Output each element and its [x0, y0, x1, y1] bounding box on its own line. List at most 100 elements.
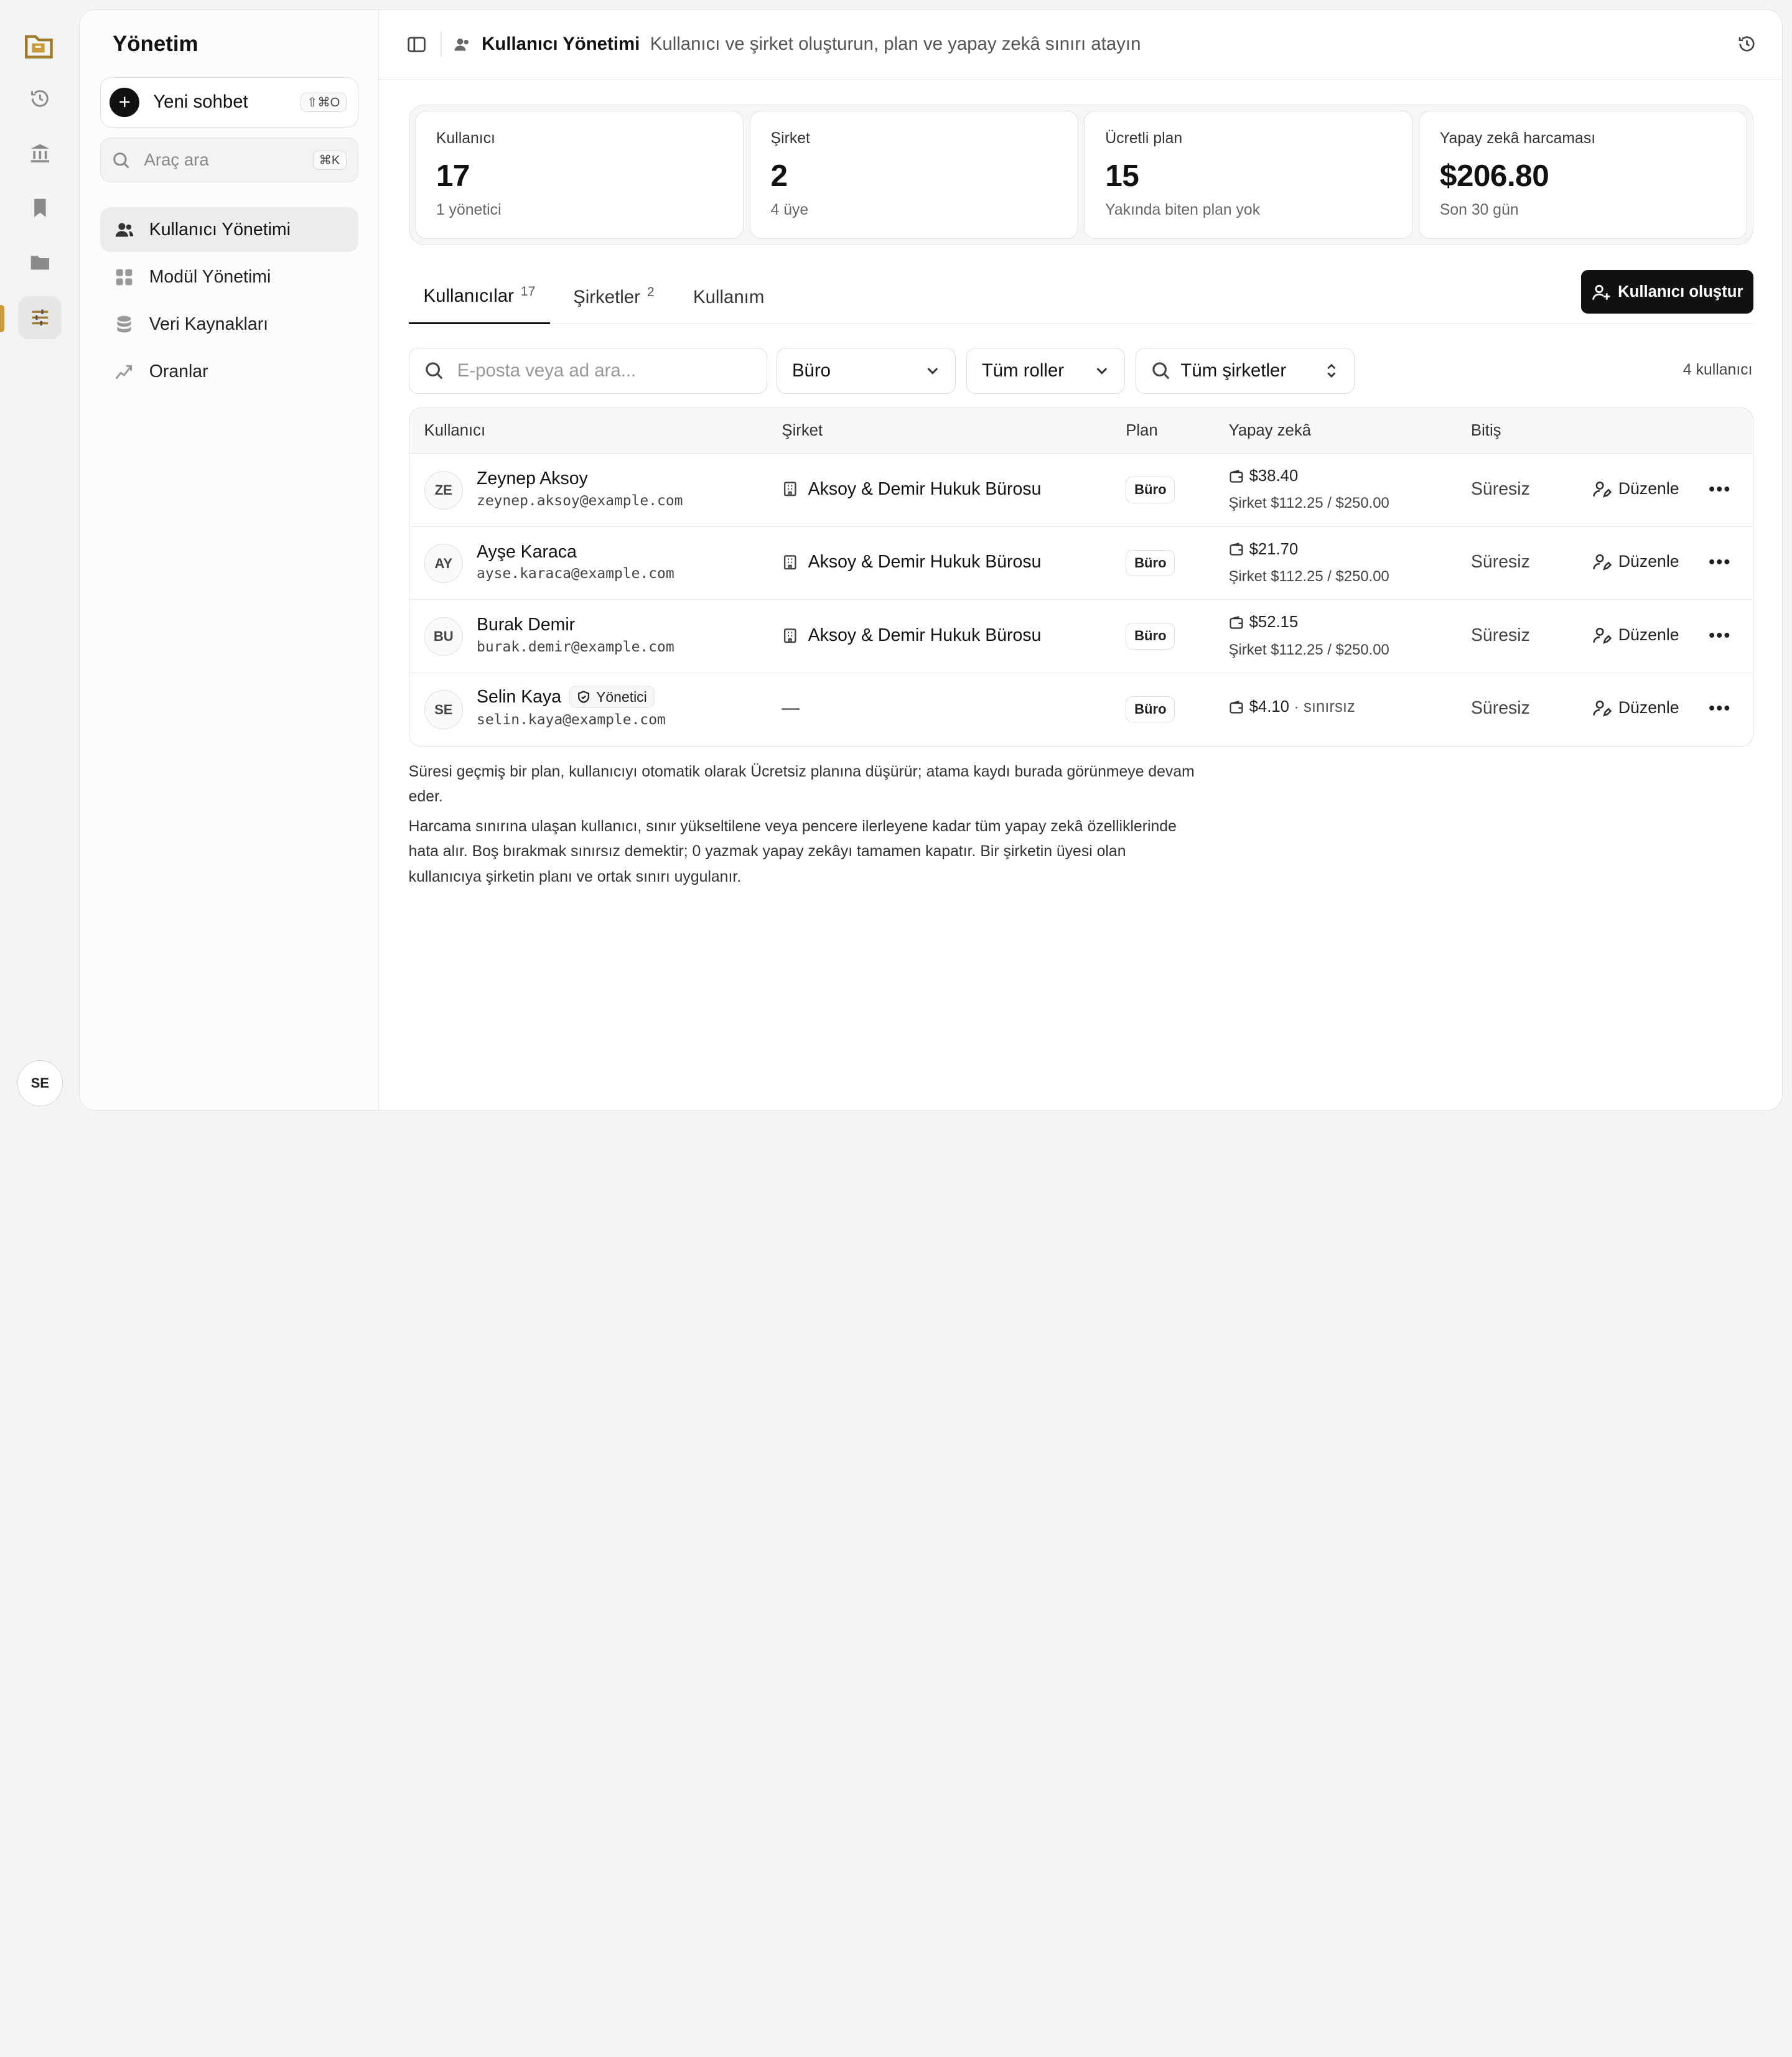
user-name-text: Selin Kaya	[477, 686, 562, 707]
sidebar-item-label: Kullanıcı Yönetimi	[149, 219, 291, 240]
expiry: Süresiz	[1470, 478, 1530, 499]
expiry: Süresiz	[1470, 625, 1530, 645]
ai-spend-value: $4.10	[1249, 698, 1289, 716]
wallet-icon	[1230, 701, 1243, 714]
stat-card-users: Kullanıcı 17 1 yönetici	[414, 111, 744, 239]
history-icon[interactable]	[1737, 34, 1757, 54]
avatar: ZE	[424, 470, 463, 510]
role-label: Yönetici	[596, 688, 647, 705]
user-name: Burak Demir	[477, 615, 575, 635]
ai-company-limit: Şirket $112.25 / $250.00	[1228, 641, 1389, 658]
chevron-updown-icon	[1327, 363, 1336, 378]
roles-select[interactable]: Tüm roller	[966, 348, 1126, 394]
stat-value: 15	[1105, 158, 1139, 194]
user-name-text: Zeynep Aksoy	[477, 469, 588, 489]
user-email: zeynep.aksoy@example.com	[477, 492, 683, 509]
search-input[interactable]: E-posta veya ad ara...	[408, 348, 768, 394]
ai-spend: $21.70	[1229, 541, 1298, 559]
tab-usage[interactable]: Kullanım	[678, 270, 779, 324]
search-icon	[1152, 362, 1170, 380]
wallet-icon	[1230, 543, 1243, 556]
column-header: Plan	[1126, 421, 1158, 439]
tab-label: Kullanıcılar	[423, 286, 514, 307]
user-name-text: Burak Demir	[477, 615, 576, 635]
app-rail: SE	[0, 0, 79, 1120]
stat-label: Yapay zekâ harcaması	[1439, 129, 1596, 147]
tab-bar: Kullanıcılar 17 Şirketler 2 Kullanım	[408, 270, 1754, 324]
table-row[interactable]: ZE Zeynep Aksoy zeynep.aksoy@example.com…	[409, 454, 1753, 527]
edit-button[interactable]: Düzenle	[1592, 698, 1679, 717]
tab-companies[interactable]: Şirketler 2	[558, 270, 669, 324]
bookmark-icon[interactable]	[18, 186, 62, 230]
sidebar-item-label: Modül Yönetimi	[149, 266, 271, 287]
more-options-icon[interactable]: •••	[1709, 625, 1731, 646]
sidebar-item-rates[interactable]: Oranlar	[100, 350, 358, 394]
database-icon	[117, 315, 131, 333]
edit-label: Düzenle	[1618, 552, 1679, 571]
sidebar-item-data-sources[interactable]: Veri Kaynakları	[100, 302, 358, 347]
new-chat-shortcut: ⇧⌘O	[301, 93, 347, 112]
avatar: SE	[424, 690, 463, 729]
create-user-button[interactable]: Kullanıcı oluştur	[1581, 270, 1754, 314]
tab-count: 17	[520, 284, 536, 299]
sliders-icon[interactable]	[18, 296, 62, 340]
stat-card-ai-spend: Yapay zekâ harcaması $206.80 Son 30 gün	[1418, 111, 1748, 239]
shield-icon	[577, 691, 589, 704]
edit-button[interactable]: Düzenle	[1592, 479, 1679, 498]
edit-button[interactable]: Düzenle	[1592, 625, 1679, 645]
stat-label: Ücretli plan	[1105, 129, 1183, 147]
top-bar: Kullanıcı Yönetimi Kullanıcı ve şirket o…	[378, 10, 1783, 80]
folder-icon[interactable]	[18, 241, 62, 285]
table-row[interactable]: BU Burak Demir burak.demir@example.com A…	[409, 600, 1753, 673]
plan-select[interactable]: Büro	[777, 348, 956, 394]
sidebar-item-user-management[interactable]: Kullanıcı Yönetimi	[100, 207, 358, 253]
plan-badge: Büro	[1126, 477, 1175, 503]
edit-button[interactable]: Düzenle	[1592, 552, 1679, 571]
user-name: Ayşe Karaca	[477, 542, 577, 562]
tool-search-shortcut: ⌘K	[312, 150, 347, 170]
sidebar-toggle-icon[interactable]	[406, 34, 427, 55]
plan-badge: Büro	[1126, 696, 1175, 723]
ai-spend-value: $52.15	[1249, 613, 1299, 632]
table-row[interactable]: SE Selin Kaya Yönetici selin.kaya@exampl…	[409, 673, 1753, 747]
user-edit-icon	[1592, 481, 1612, 498]
institution-icon[interactable]	[18, 131, 62, 175]
user-name-text: Ayşe Karaca	[477, 541, 577, 562]
logo-icon[interactable]	[21, 27, 57, 64]
tab-users[interactable]: Kullanıcılar 17	[408, 270, 551, 324]
ai-limit-note: · sınırsız	[1294, 698, 1355, 716]
stat-value: 17	[436, 158, 470, 194]
column-header: Şirket	[782, 421, 823, 439]
roles-select-value: Tüm roller	[981, 360, 1065, 381]
user-email: ayse.karaca@example.com	[477, 566, 674, 582]
user-name: Selin Kaya Yönetici	[477, 686, 655, 709]
users-icon	[115, 223, 134, 237]
company-name: —	[782, 698, 800, 719]
companies-combobox[interactable]: Tüm şirketler	[1135, 348, 1355, 394]
divider	[441, 32, 442, 57]
more-options-icon[interactable]: •••	[1709, 552, 1731, 573]
avatar: BU	[424, 617, 463, 656]
admin-panel: Yönetim + Yeni sohbet ⇧⌘O Araç ara ⌘K Ku…	[78, 9, 1783, 1111]
stat-sub: 4 üye	[770, 202, 809, 219]
new-chat-button[interactable]: + Yeni sohbet ⇧⌘O	[100, 77, 358, 128]
sidebar-item-module-management[interactable]: Modül Yönetimi	[100, 255, 358, 300]
sidebar-nav: Kullanıcı Yönetimi Modül Yönetimi Veri K…	[100, 207, 358, 397]
info-note: Harcama sınırına ulaşan kullanıcı, sınır…	[408, 818, 1177, 885]
ai-spend: $52.15	[1229, 613, 1299, 632]
ai-company-limit: Şirket $112.25 / $250.00	[1228, 567, 1389, 585]
column-header: Kullanıcı	[424, 421, 486, 439]
user-avatar[interactable]: SE	[17, 1060, 63, 1106]
table-row[interactable]: AY Ayşe Karaca ayse.karaca@example.com A…	[409, 527, 1753, 600]
edit-label: Düzenle	[1618, 625, 1679, 644]
more-options-icon[interactable]: •••	[1709, 698, 1731, 719]
building-icon	[784, 628, 797, 643]
more-options-icon[interactable]: •••	[1709, 479, 1731, 500]
users-table: Kullanıcı Şirket Plan Yapay zekâ Bitiş Z…	[408, 407, 1754, 747]
expiry: Süresiz	[1470, 698, 1530, 719]
sidebar-item-label: Oranlar	[149, 361, 208, 382]
stat-label: Şirket	[770, 129, 810, 147]
user-plus-icon	[1592, 284, 1610, 300]
tool-search-input[interactable]: Araç ara ⌘K	[100, 138, 358, 183]
history-icon[interactable]	[18, 77, 62, 120]
